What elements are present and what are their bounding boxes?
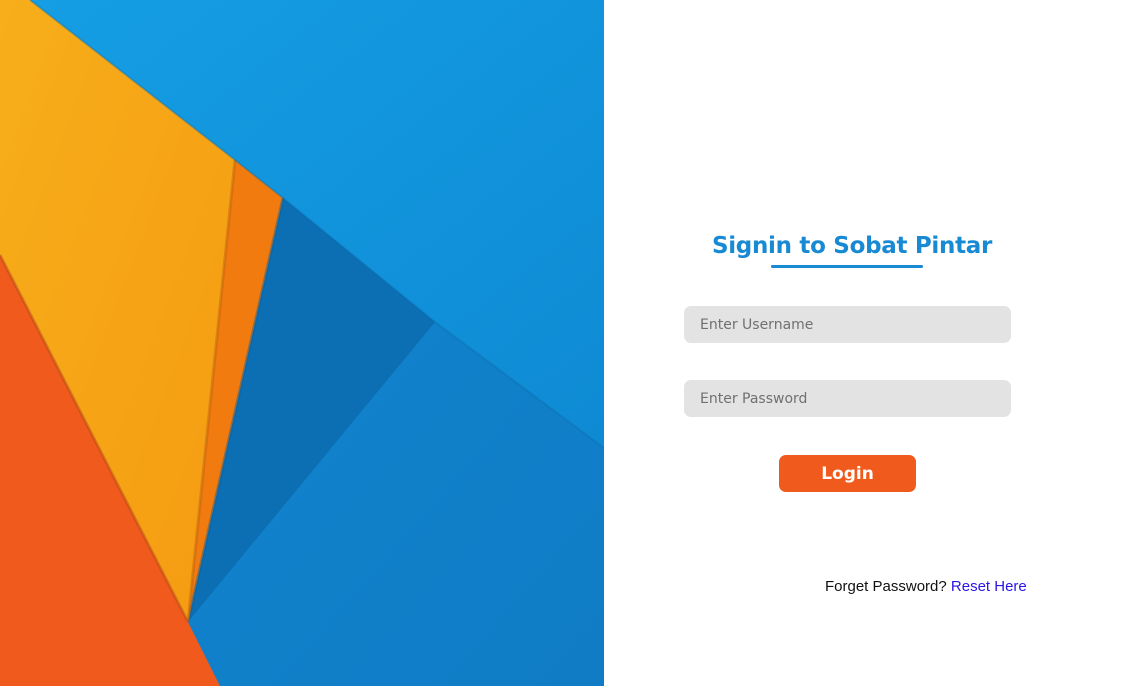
- forgot-password-row: Forget Password? Reset Here: [825, 578, 1027, 595]
- login-button[interactable]: Login: [779, 455, 916, 492]
- password-input[interactable]: [684, 380, 1011, 417]
- hero-background: [0, 0, 604, 686]
- username-input[interactable]: [684, 306, 1011, 343]
- login-panel: Signin to Sobat Pintar Login Forget Pass…: [604, 0, 1130, 686]
- forgot-password-text: Forget Password?: [825, 578, 947, 595]
- abstract-shapes-image: [0, 0, 604, 686]
- reset-password-link[interactable]: Reset Here: [951, 578, 1027, 595]
- login-page: Signin to Sobat Pintar Login Forget Pass…: [0, 0, 1130, 686]
- title-underline: [771, 265, 923, 268]
- page-title: Signin to Sobat Pintar: [711, 233, 993, 259]
